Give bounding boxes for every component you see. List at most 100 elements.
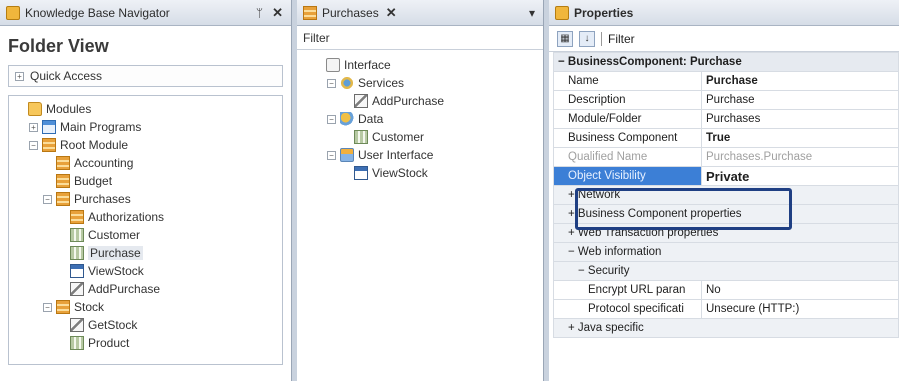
- collapse-icon[interactable]: −: [327, 150, 336, 160]
- properties-icon: [555, 5, 569, 20]
- property-name: Name: [553, 71, 702, 91]
- kb-tree-item[interactable]: − Purchases: [9, 190, 282, 208]
- main-programs-icon: [42, 120, 56, 134]
- property-value[interactable]: Private: [701, 166, 899, 186]
- procedure-icon: [70, 282, 84, 296]
- property-group-label[interactable]: + Java specific: [553, 318, 899, 338]
- kb-tree-item[interactable]: ViewStock: [9, 262, 282, 280]
- kb-tree-item[interactable]: Authorizations: [9, 208, 282, 226]
- kb-tree-item[interactable]: − Stock: [9, 298, 282, 316]
- close-tab-icon[interactable]: ✕: [384, 5, 399, 21]
- purchases-tree-item[interactable]: AddPurchase: [307, 92, 543, 110]
- purchases-tab[interactable]: Purchases: [322, 6, 379, 20]
- purchases-tree-label: AddPurchase: [372, 94, 445, 108]
- property-name: Business Component: [553, 128, 702, 148]
- property-value[interactable]: Purchases: [701, 109, 899, 129]
- knowledge-base-icon: [6, 5, 20, 20]
- kb-tree-label: Accounting: [74, 156, 134, 170]
- category-header[interactable]: − BusinessComponent: Purchase: [553, 52, 899, 72]
- properties-titlebar: Properties: [549, 0, 899, 26]
- webpanel-icon: [70, 264, 84, 278]
- data-icon: [340, 112, 354, 126]
- kb-titlebar: Knowledge Base Navigator ᛘ ✕: [0, 0, 291, 26]
- kb-tree-item[interactable]: GetStock: [9, 316, 282, 334]
- collapse-icon[interactable]: −: [327, 114, 336, 124]
- module-icon: [70, 210, 84, 224]
- kb-tree-label: ViewStock: [88, 264, 144, 278]
- kb-tree-label: AddPurchase: [88, 282, 161, 296]
- property-group-label[interactable]: − Web information: [553, 242, 899, 262]
- purchases-tree-item[interactable]: − User Interface: [307, 146, 543, 164]
- toolbar-separator: [601, 31, 602, 46]
- pin-icon[interactable]: ᛘ: [254, 6, 265, 20]
- collapse-icon[interactable]: −: [43, 302, 52, 312]
- module-icon: [56, 192, 70, 206]
- purchases-tree-item[interactable]: − Services: [307, 74, 543, 92]
- module-icon: [56, 156, 70, 170]
- filter-label: Filter: [303, 30, 330, 45]
- kb-tree-item[interactable]: Modules: [9, 100, 282, 118]
- kb-tree-label: Authorizations: [88, 210, 165, 224]
- purchases-tree-item[interactable]: Customer: [307, 128, 543, 146]
- purchases-panel: Purchases ✕ ▾ Filter Interface − Services A…: [297, 0, 544, 381]
- interface-icon: [326, 58, 340, 72]
- kb-tree-item[interactable]: Customer: [9, 226, 282, 244]
- property-value[interactable]: No: [701, 280, 899, 300]
- property-row[interactable]: Protocol specificati Unsecure (HTTP:): [553, 299, 899, 319]
- categorized-icon[interactable]: ▦: [557, 30, 573, 47]
- kb-tree-label: GetStock: [88, 318, 138, 332]
- property-value[interactable]: Purchase: [701, 71, 899, 91]
- property-row[interactable]: Module/Folder Purchases: [553, 109, 899, 129]
- properties-filter-label[interactable]: Filter: [608, 32, 635, 46]
- property-value[interactable]: Purchase: [701, 90, 899, 110]
- purchases-tree-item[interactable]: ViewStock: [307, 164, 543, 182]
- kb-tree-item[interactable]: − Root Module: [9, 136, 282, 154]
- property-row[interactable]: Description Purchase: [553, 90, 899, 110]
- kb-tree-item[interactable]: AddPurchase: [9, 280, 282, 298]
- module-icon: [303, 5, 317, 20]
- sort-alphabetical-icon[interactable]: ↓: [579, 30, 595, 47]
- property-row[interactable]: Object Visibility Private: [553, 166, 899, 186]
- kb-tree-item[interactable]: Accounting: [9, 154, 282, 172]
- property-name: Object Visibility: [553, 166, 702, 186]
- collapse-icon[interactable]: −: [43, 194, 52, 204]
- expand-icon[interactable]: +: [29, 122, 38, 132]
- webpanel-icon: [354, 166, 368, 180]
- quick-access-toggle[interactable]: + Quick Access: [8, 65, 283, 87]
- kb-tree-item[interactable]: Product: [9, 334, 282, 352]
- property-value[interactable]: True: [701, 128, 899, 148]
- property-row[interactable]: Encrypt URL paran No: [553, 280, 899, 300]
- property-group-row[interactable]: + Java specific: [553, 318, 899, 338]
- property-name: Description: [553, 90, 702, 110]
- property-row[interactable]: Name Purchase: [553, 71, 899, 91]
- dropdown-icon[interactable]: ▾: [527, 6, 537, 20]
- purchases-tree-item[interactable]: − Data: [307, 110, 543, 128]
- purchases-tree-label: Data: [358, 112, 384, 126]
- collapse-icon[interactable]: −: [327, 78, 336, 88]
- property-group-row[interactable]: − Web information: [553, 242, 899, 262]
- kb-tree-item[interactable]: Budget: [9, 172, 282, 190]
- security-group-label[interactable]: − Security: [553, 261, 899, 281]
- services-icon: [340, 76, 354, 90]
- collapse-icon[interactable]: −: [29, 140, 38, 150]
- purchases-filter-bar[interactable]: Filter: [297, 26, 543, 50]
- property-category-row[interactable]: − BusinessComponent: Purchase: [553, 52, 899, 72]
- property-group-row[interactable]: − Security: [553, 261, 899, 281]
- property-value[interactable]: Purchases.Purchase: [701, 147, 899, 167]
- purchases-tree-item[interactable]: Interface: [307, 56, 543, 74]
- kb-tree-label: Main Programs: [60, 120, 142, 134]
- kb-tree-item[interactable]: + Main Programs: [9, 118, 282, 136]
- property-row[interactable]: Qualified Name Purchases.Purchase: [553, 147, 899, 167]
- property-row[interactable]: Business Component True: [553, 128, 899, 148]
- kb-tree-item[interactable]: Purchase: [9, 244, 282, 262]
- property-value[interactable]: Unsecure (HTTP:): [701, 299, 899, 319]
- close-icon[interactable]: ✕: [270, 5, 285, 21]
